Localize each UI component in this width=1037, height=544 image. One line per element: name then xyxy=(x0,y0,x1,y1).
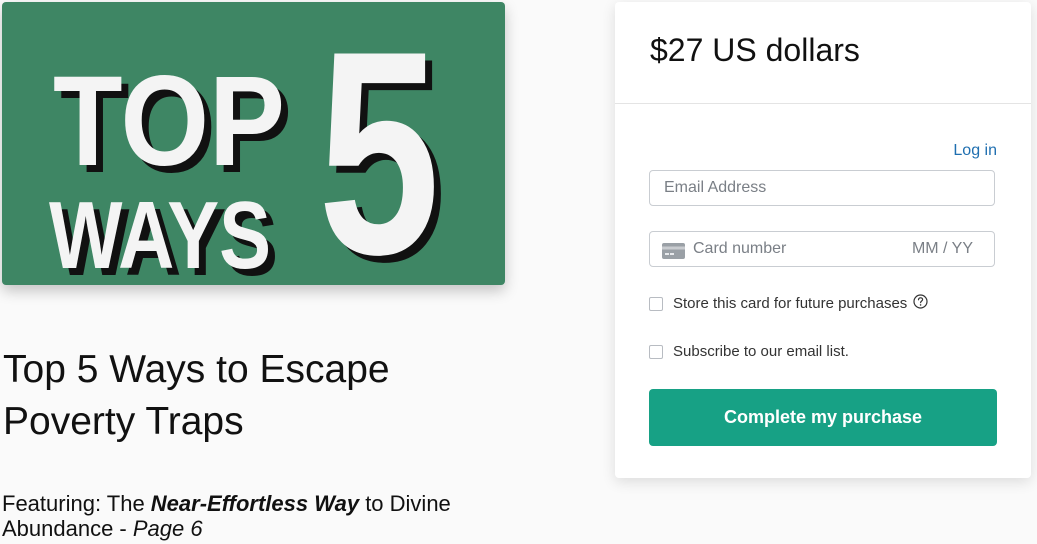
store-card-label: Store this card for future purchases xyxy=(673,295,908,312)
login-link[interactable]: Log in xyxy=(953,142,997,160)
product-title: Top 5 Ways to Escape Poverty Traps xyxy=(3,348,390,443)
cover-line1: TOP xyxy=(53,50,285,193)
cover-line2: WAYS xyxy=(49,182,271,285)
subscribe-label: Subscribe to our email list. xyxy=(673,343,849,360)
cover-artwork: TOP WAYS 5 TOP WAYS 5 xyxy=(49,2,447,285)
card-divider xyxy=(615,103,1031,104)
store-card-checkbox[interactable] xyxy=(649,296,663,311)
product-cover-image: TOP WAYS 5 TOP WAYS 5 xyxy=(2,2,505,285)
price-label: $27 US dollars xyxy=(650,32,860,68)
store-card-option[interactable]: Store this card for future purchases xyxy=(649,294,928,313)
card-field[interactable] xyxy=(649,231,995,267)
email-field[interactable] xyxy=(649,170,995,206)
subscribe-option[interactable]: Subscribe to our email list. xyxy=(649,343,849,360)
email-input[interactable] xyxy=(664,171,984,205)
product-subtitle: Featuring: The Near-Effortless Way to Di… xyxy=(2,491,522,541)
checkout-card: $27 US dollars Log in Store this card fo… xyxy=(615,2,1031,478)
subtitle-prefix: Featuring: The xyxy=(2,491,151,516)
cover-number: 5 xyxy=(318,2,440,285)
complete-purchase-button[interactable]: Complete my purchase xyxy=(649,389,997,446)
card-number-input[interactable] xyxy=(693,232,893,266)
help-circle-icon[interactable] xyxy=(913,294,928,313)
card-expiry-input[interactable] xyxy=(911,232,973,266)
subtitle-emphasis: Near-Effortless Way xyxy=(150,491,360,516)
subtitle-page: Page 6 xyxy=(132,516,203,541)
credit-card-icon xyxy=(662,243,685,264)
subscribe-checkbox[interactable] xyxy=(649,344,663,359)
